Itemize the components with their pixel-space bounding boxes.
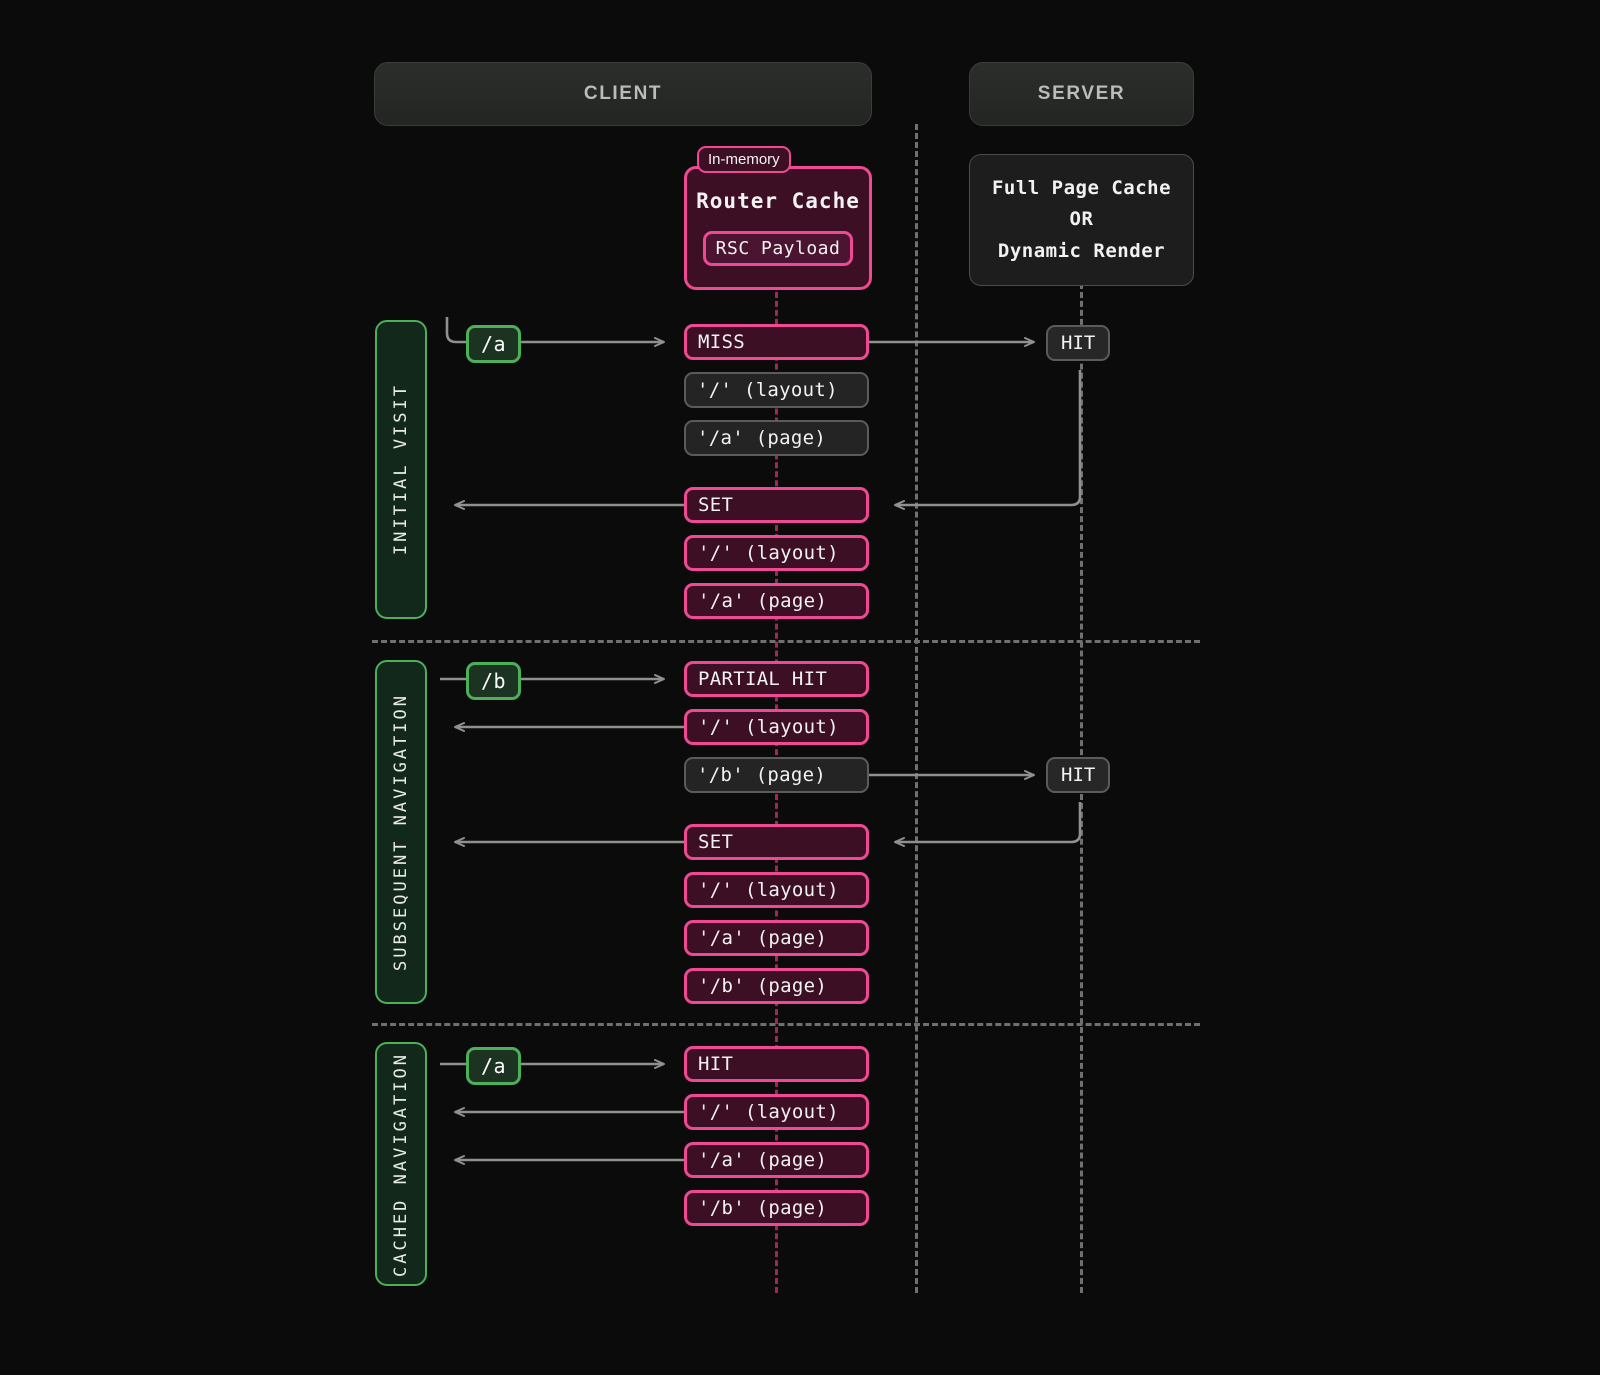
cache-entry-box: '/a' (page)	[684, 420, 869, 456]
cache-state-box: SET	[684, 487, 869, 523]
cache-entry-box: '/' (layout)	[684, 709, 869, 745]
cache-entry-box: '/a' (page)	[684, 1142, 869, 1178]
rsc-payload-chip: RSC Payload	[703, 231, 854, 266]
server-cache-block: Full Page Cache OR Dynamic Render	[969, 154, 1194, 286]
cache-entry-box: '/' (layout)	[684, 1094, 869, 1130]
route-badge-a-initial: /a	[466, 325, 521, 363]
cache-state-box: PARTIAL HIT	[684, 661, 869, 697]
cache-entry-box: '/b' (page)	[684, 968, 869, 1004]
cache-state-box: HIT	[684, 1046, 869, 1082]
router-cache-title: Router Cache	[696, 189, 860, 213]
route-badge-b-subsequent: /b	[466, 662, 521, 700]
diagram-canvas: CLIENT SERVER Router Cache RSC Payload I…	[0, 0, 1600, 1375]
column-header-server: SERVER	[969, 62, 1194, 126]
server-cache-line-3: Dynamic Render	[998, 236, 1165, 267]
phase-label-text: INITIAL VISIT	[391, 383, 411, 555]
router-cache-block: Router Cache RSC Payload	[684, 166, 872, 290]
cache-entry-box: '/' (layout)	[684, 535, 869, 571]
server-response-hit-1: HIT	[1046, 325, 1110, 361]
phase-label-initial-visit: INITIAL VISIT	[375, 320, 427, 619]
route-badge-a-cached: /a	[466, 1047, 521, 1085]
cache-entry-box: '/a' (page)	[684, 583, 869, 619]
phase-label-text: SUBSEQUENT NAVIGATION	[391, 693, 411, 971]
cache-entry-box: '/b' (page)	[684, 757, 869, 793]
arrow-server-to-set-2	[895, 802, 1080, 842]
client-boundary-lifeline	[915, 124, 918, 1293]
column-header-client: CLIENT	[374, 62, 872, 126]
phase-label-text: CACHED NAVIGATION	[391, 1052, 411, 1277]
cache-entry-box: '/' (layout)	[684, 372, 869, 408]
cache-state-box: SET	[684, 824, 869, 860]
server-cache-line-1: Full Page Cache	[992, 173, 1171, 204]
hook-route-a1	[447, 317, 466, 342]
phase-label-subsequent-navigation: SUBSEQUENT NAVIGATION	[375, 660, 427, 1004]
in-memory-badge: In-memory	[697, 146, 791, 173]
cache-entry-box: '/a' (page)	[684, 920, 869, 956]
server-response-hit-2: HIT	[1046, 757, 1110, 793]
server-cache-line-2: OR	[1070, 204, 1094, 235]
cache-entry-box: '/' (layout)	[684, 872, 869, 908]
cache-entry-box: '/b' (page)	[684, 1190, 869, 1226]
section-separator-1	[372, 640, 1200, 643]
cache-state-box: MISS	[684, 324, 869, 360]
phase-label-cached-navigation: CACHED NAVIGATION	[375, 1042, 427, 1286]
arrow-server-to-set-1	[895, 370, 1080, 505]
section-separator-2	[372, 1023, 1200, 1026]
